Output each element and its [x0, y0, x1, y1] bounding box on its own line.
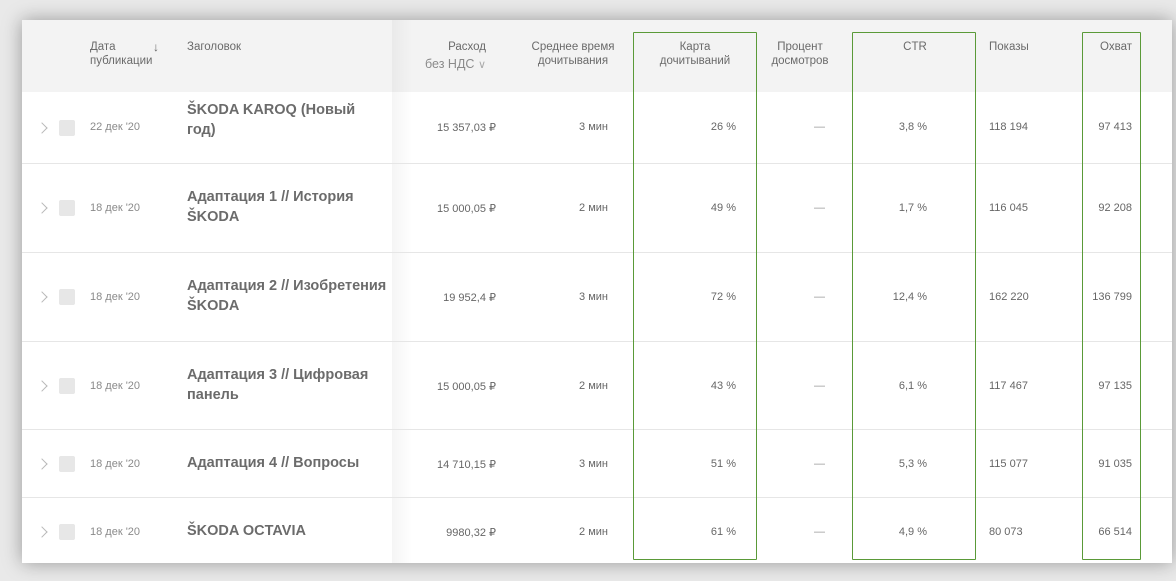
row-title[interactable]: ŠKODA OCTAVIA	[187, 521, 387, 541]
readmap-column-highlight	[633, 32, 757, 560]
header-date[interactable]: Дата публикации	[90, 40, 152, 68]
row-shows: 162 220	[989, 291, 1029, 303]
header-readtime[interactable]: Среднее время дочитывания	[518, 40, 628, 68]
chevron-right-icon[interactable]	[36, 458, 48, 470]
row-checkbox[interactable]	[59, 456, 75, 472]
row-shows: 118 194	[989, 121, 1028, 133]
row-spend: 9980,32 ₽	[446, 527, 496, 539]
chevron-right-icon[interactable]	[36, 380, 48, 392]
reach-column-highlight	[1082, 32, 1141, 560]
chevron-down-icon[interactable]: ∨	[478, 59, 486, 71]
row-checkbox[interactable]	[59, 378, 75, 394]
row-date: 18 дек '20	[90, 380, 141, 392]
header-viewpct[interactable]: Процент досмотров	[760, 40, 840, 68]
chevron-right-icon[interactable]	[36, 122, 48, 134]
row-title[interactable]: Адаптация 2 // Изобретения ŠKODA	[187, 276, 387, 316]
header-shows[interactable]: Показы	[989, 40, 1029, 54]
header-date-line1: Дата	[90, 41, 116, 53]
row-readtime: 2 мин	[579, 380, 608, 392]
ctr-column-highlight	[852, 32, 976, 560]
chevron-right-icon[interactable]	[36, 526, 48, 538]
stats-table: Дата публикации ↓ Заголовок Расход без Н…	[22, 20, 1172, 563]
row-viewpct: —	[814, 526, 825, 538]
row-checkbox[interactable]	[59, 120, 75, 136]
table-row[interactable]: 18 дек '20 Адаптация 1 // История ŠKODA …	[22, 164, 1172, 253]
header-viewpct-line2: досмотров	[771, 55, 829, 67]
table-row[interactable]: 18 дек '20 ŠKODA OCTAVIA 9980,32 ₽ 2 мин…	[22, 498, 1172, 563]
row-shows: 80 073	[989, 526, 1023, 538]
row-title[interactable]: Адаптация 3 // Цифровая панель	[187, 365, 387, 405]
table-row[interactable]: 18 дек '20 Адаптация 4 // Вопросы 14 710…	[22, 430, 1172, 498]
row-spend: 15 357,03 ₽	[437, 122, 496, 134]
chevron-right-icon[interactable]	[36, 291, 48, 303]
row-readtime: 3 мин	[579, 458, 608, 470]
row-spend: 19 952,4 ₽	[443, 292, 496, 304]
row-checkbox[interactable]	[59, 200, 75, 216]
sort-arrow-icon[interactable]: ↓	[153, 40, 159, 54]
header-spend-line2: без НДС	[425, 57, 475, 71]
header-readtime-line1: Среднее время	[531, 41, 615, 53]
row-readtime: 2 мин	[579, 526, 608, 538]
row-title[interactable]: Адаптация 4 // Вопросы	[187, 453, 387, 473]
row-viewpct: —	[814, 202, 825, 214]
row-date: 18 дек '20	[90, 526, 141, 538]
table-row[interactable]: 22 дек '20 ŠKODA KAROQ (Новый год) 15 35…	[22, 92, 1172, 164]
row-spend: 14 710,15 ₽	[437, 459, 496, 471]
row-date: 18 дек '20	[90, 291, 141, 303]
row-viewpct: —	[814, 121, 825, 133]
row-checkbox[interactable]	[59, 524, 75, 540]
table-row[interactable]: 18 дек '20 Адаптация 2 // Изобретения ŠK…	[22, 253, 1172, 342]
header-spend-line1: Расход	[448, 41, 486, 53]
header-title[interactable]: Заголовок	[187, 40, 241, 54]
row-readtime: 3 мин	[579, 121, 608, 133]
row-shows: 115 077	[989, 458, 1028, 470]
row-checkbox[interactable]	[59, 289, 75, 305]
row-date: 22 дек '20	[90, 121, 141, 133]
table-row[interactable]: 18 дек '20 Адаптация 3 // Цифровая панел…	[22, 342, 1172, 430]
row-viewpct: —	[814, 380, 825, 392]
row-spend: 15 000,05 ₽	[437, 381, 496, 393]
row-readtime: 3 мин	[579, 291, 608, 303]
row-date: 18 дек '20	[90, 202, 141, 214]
row-viewpct: —	[814, 291, 825, 303]
row-spend: 15 000,05 ₽	[437, 203, 496, 215]
row-shows: 116 045	[989, 202, 1028, 214]
header-readtime-line2: дочитывания	[537, 55, 609, 67]
table-header: Дата публикации ↓ Заголовок Расход без Н…	[22, 20, 1172, 92]
row-date: 18 дек '20	[90, 458, 141, 470]
row-title[interactable]: Адаптация 1 // История ŠKODA	[187, 187, 387, 227]
chevron-right-icon[interactable]	[36, 202, 48, 214]
header-date-line2: публикации	[90, 55, 153, 67]
row-shows: 117 467	[989, 380, 1028, 392]
row-title[interactable]: ŠKODA KAROQ (Новый год)	[187, 100, 387, 140]
row-viewpct: —	[814, 458, 825, 470]
row-readtime: 2 мин	[579, 202, 608, 214]
header-spend[interactable]: Расход без НДС ∨	[425, 40, 486, 72]
header-viewpct-line1: Процент	[777, 41, 823, 53]
